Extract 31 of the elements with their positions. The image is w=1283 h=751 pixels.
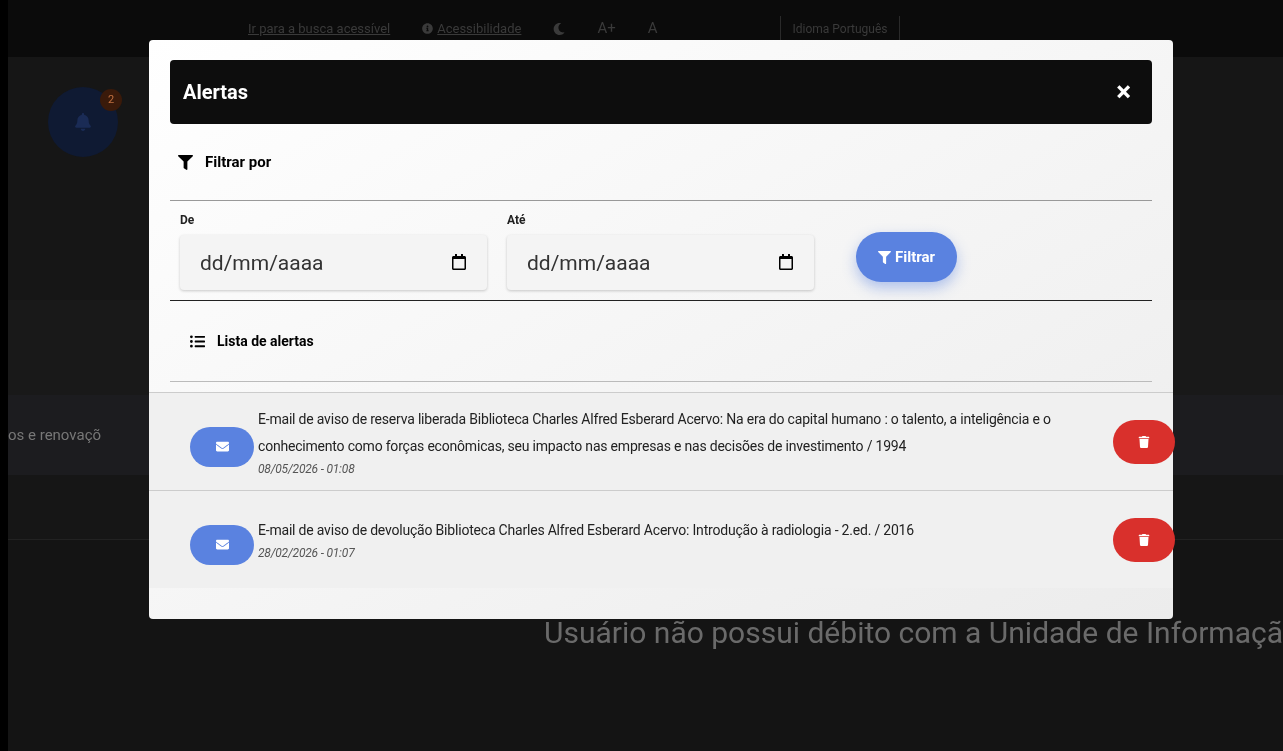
close-button[interactable]: × bbox=[1108, 78, 1139, 106]
date-label: Até bbox=[507, 212, 527, 229]
calendar-icon[interactable] bbox=[778, 254, 794, 270]
email-button[interactable] bbox=[190, 524, 254, 565]
email-button[interactable] bbox=[190, 426, 254, 467]
date-field[interactable]: dd/mm/aaaa bbox=[180, 235, 487, 290]
filter-icon bbox=[878, 250, 891, 264]
filter-icon bbox=[178, 154, 193, 170]
delete-button[interactable] bbox=[1113, 419, 1175, 464]
alert-text: E-mail de aviso de reserva liberada Biblioteca Charles Alfred Esberard Acervo: Na era do capital humano : o talento, a inteligência e o conhecimento como forças econômicas, seu impacto nas empresas e nas decisões de investimento / 1994 bbox=[258, 409, 1052, 456]
alert-date: 28/02/2026 - 01:07 bbox=[258, 545, 356, 562]
filter-heading: Filtrar por bbox=[205, 151, 272, 173]
list-icon bbox=[190, 333, 205, 349]
delete-button[interactable] bbox=[1113, 517, 1175, 562]
calendar-icon[interactable] bbox=[451, 254, 467, 270]
envelope-icon bbox=[215, 538, 229, 551]
envelope-icon bbox=[215, 440, 229, 453]
date-field[interactable]: dd/mm/aaaa bbox=[507, 235, 814, 290]
debt-message: Usuário não possui débito com a Unidade de Informaçã bbox=[544, 614, 1283, 652]
list-heading: Lista de alertas bbox=[217, 331, 314, 351]
notification-count: 2 bbox=[100, 89, 122, 111]
bell-icon bbox=[74, 113, 92, 131]
date-label: De bbox=[180, 212, 196, 229]
trash-icon bbox=[1138, 435, 1150, 448]
tab-label[interactable]: os e renovaçõ bbox=[8, 423, 102, 447]
alert-date: 08/05/2026 - 01:08 bbox=[258, 460, 356, 478]
info-icon bbox=[422, 23, 434, 34]
alert-text: E-mail de aviso de devolução Biblioteca Charles Alfred Esberard Acervo: Introdução à radiologia - 2.ed. / 2016 bbox=[258, 521, 915, 540]
modal-title: Alertas bbox=[183, 79, 249, 106]
trash-icon bbox=[1138, 533, 1150, 546]
filter-button[interactable]: Filtrar bbox=[856, 232, 958, 282]
